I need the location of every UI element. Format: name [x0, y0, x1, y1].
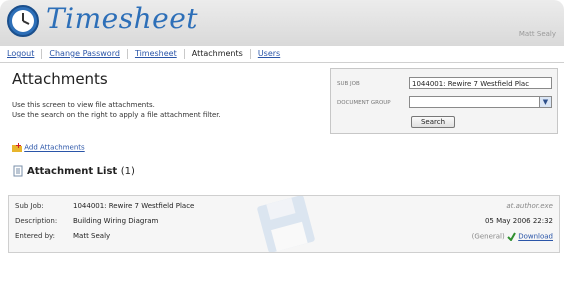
- record-download: (General) Download: [472, 232, 553, 241]
- document-group-select[interactable]: ▼: [409, 96, 552, 108]
- nav-logout[interactable]: Logout: [0, 49, 43, 59]
- attachment-list-heading: Attachment List (1): [12, 165, 135, 177]
- filter-panel: SUB JOB 1044001: Rewire 7 Westfield Plac…: [330, 68, 558, 134]
- record-entered-label: Entered by:: [15, 232, 56, 240]
- record-entered-value: Matt Sealy: [73, 232, 111, 240]
- add-attachments-link[interactable]: Add Attachments: [24, 144, 84, 152]
- document-group-label: DOCUMENT GROUP: [337, 100, 391, 106]
- download-icon[interactable]: [507, 232, 516, 241]
- page-description: Use this screen to view file attachments…: [12, 100, 221, 120]
- record-subjob-value: 1044001: Rewire 7 Westfield Place: [73, 202, 195, 210]
- record-group: (General): [471, 232, 505, 241]
- attachment-record: Sub Job: 1044001: Rewire 7 Westfield Pla…: [8, 195, 560, 253]
- description-line: Use this screen to view file attachments…: [12, 101, 155, 109]
- add-attachments: Add Attachments: [12, 143, 85, 152]
- add-attachment-icon: [12, 143, 22, 152]
- record-description-value: Building Wiring Diagram: [73, 217, 159, 225]
- record-date: 05 May 2006 22:32: [484, 217, 553, 225]
- description-line: Use the search on the right to apply a f…: [12, 111, 221, 119]
- record-file-name: at.author.exe: [506, 202, 553, 210]
- subjob-filter-input[interactable]: 1044001: Rewire 7 Westfield Plac: [409, 77, 552, 89]
- floppy-disk-icon: [257, 196, 315, 252]
- main-nav: Logout Change Password Timesheet Attachment…: [0, 46, 564, 63]
- subjob-filter-label: SUB JOB: [337, 81, 360, 87]
- nav-change-password[interactable]: Change Password: [42, 49, 128, 59]
- chevron-down-icon[interactable]: ▼: [539, 97, 551, 107]
- record-subjob-label: Sub Job:: [15, 202, 44, 210]
- app-header: Timesheet Matt Sealy: [0, 0, 564, 46]
- page-title: Attachments: [12, 70, 108, 88]
- nav-attachments[interactable]: Attachments: [185, 49, 251, 59]
- current-user: Matt Sealy: [518, 30, 556, 38]
- app-title: Timesheet: [46, 2, 199, 35]
- clock-logo-icon: [7, 5, 39, 37]
- search-button[interactable]: Search: [411, 116, 455, 128]
- download-link[interactable]: Download: [518, 233, 553, 241]
- document-icon: [13, 165, 23, 177]
- attachment-count: (1): [120, 166, 135, 177]
- record-description-label: Description:: [15, 217, 58, 225]
- attachment-list-title: Attachment List: [27, 166, 118, 177]
- nav-timesheet[interactable]: Timesheet: [128, 49, 185, 59]
- nav-users[interactable]: Users: [251, 49, 287, 59]
